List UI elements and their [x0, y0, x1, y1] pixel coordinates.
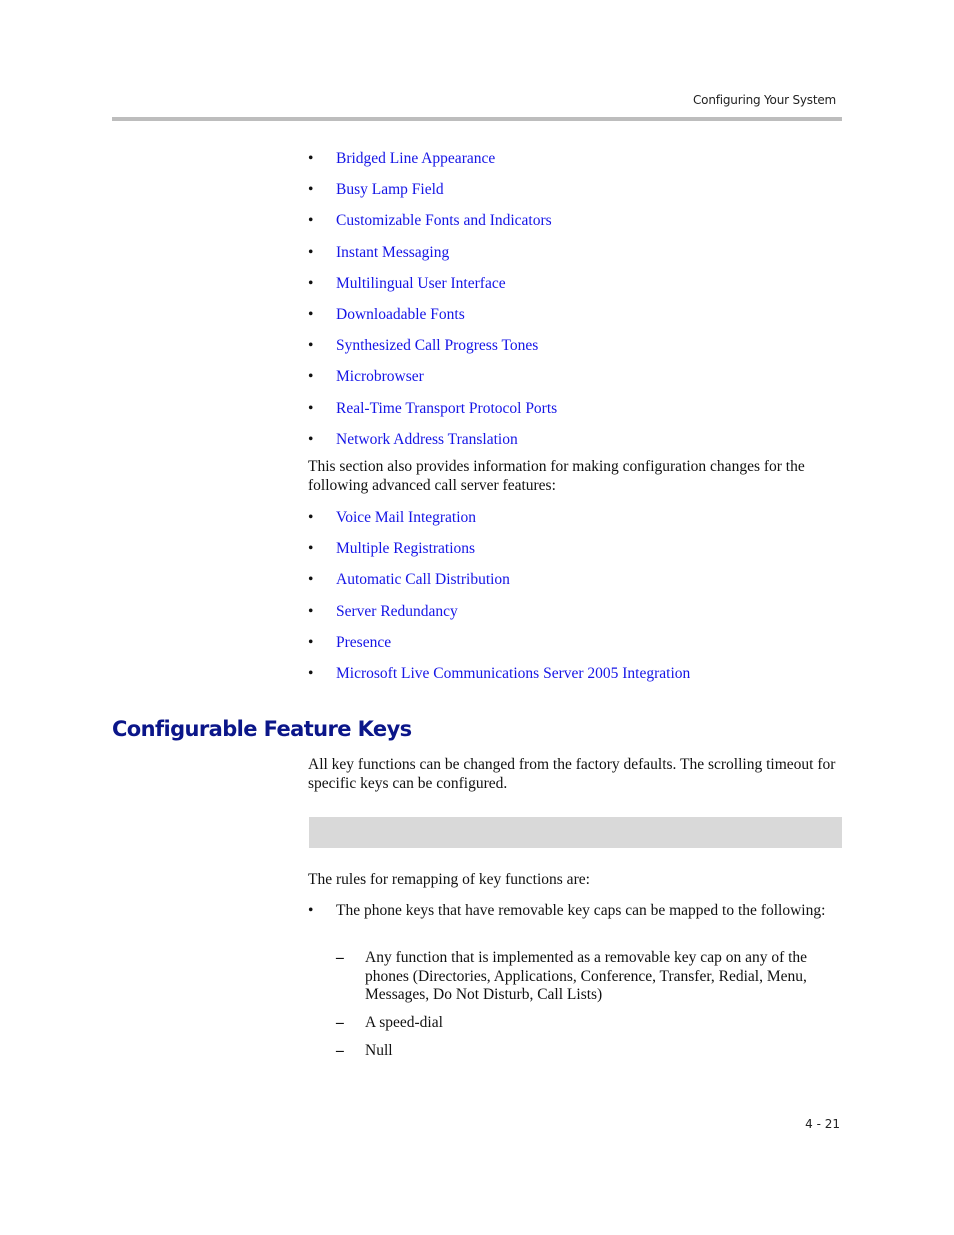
- bullet-icon: •: [308, 399, 314, 417]
- bullet-icon: •: [308, 305, 314, 323]
- link-customizable-fonts[interactable]: Customizable Fonts and Indicators: [336, 211, 552, 231]
- dash-icon: –: [336, 1042, 344, 1059]
- link-server-redundancy[interactable]: Server Redundancy: [336, 602, 458, 622]
- link-lcs-2005-integration[interactable]: Microsoft Live Communications Server 200…: [336, 664, 690, 684]
- bullet-icon: •: [308, 602, 314, 620]
- dash-icon: –: [336, 949, 344, 966]
- link-synthesized-tones[interactable]: Synthesized Call Progress Tones: [336, 336, 538, 356]
- section-paragraph: All key functions can be changed from th…: [308, 756, 836, 792]
- intro-paragraph: This section also provides information f…: [308, 458, 805, 494]
- link-automatic-call-distribution[interactable]: Automatic Call Distribution: [336, 570, 510, 590]
- bullet-icon: •: [308, 243, 314, 261]
- link-rtp-ports[interactable]: Real-Time Transport Protocol Ports: [336, 399, 557, 419]
- bullet-icon: •: [308, 337, 314, 355]
- bullet-icon: •: [308, 181, 314, 199]
- sub-item-text: A speed-dial: [365, 1014, 443, 1031]
- link-busy-lamp-field[interactable]: Busy Lamp Field: [336, 180, 444, 200]
- link-downloadable-fonts[interactable]: Downloadable Fonts: [336, 305, 465, 325]
- bullet-icon: •: [308, 430, 314, 448]
- link-voice-mail-integration[interactable]: Voice Mail Integration: [336, 508, 476, 528]
- sub-item-text: Null: [365, 1042, 393, 1059]
- bullet-icon: •: [308, 633, 314, 651]
- bullet-icon: •: [308, 509, 314, 526]
- bullet-icon: •: [308, 664, 314, 682]
- link-multilingual-ui[interactable]: Multilingual User Interface: [336, 274, 506, 294]
- bullet-icon: •: [308, 368, 314, 386]
- rule-text: The phone keys that have removable key c…: [336, 902, 826, 919]
- dash-icon: –: [336, 1014, 344, 1031]
- bullet-icon: •: [308, 212, 314, 230]
- bullet-icon: •: [308, 274, 314, 292]
- sub-item-text: Any function that is implemented as a re…: [365, 949, 808, 1003]
- header-title: Configuring Your System: [693, 93, 836, 107]
- bullet-icon: •: [308, 540, 314, 558]
- header-rule: [112, 117, 842, 121]
- bullet-icon: •: [308, 150, 314, 167]
- page-number: 4 - 21: [805, 1117, 840, 1131]
- section-heading: Configurable Feature Keys: [112, 717, 412, 741]
- link-microbrowser[interactable]: Microbrowser: [336, 367, 424, 387]
- link-multiple-registrations[interactable]: Multiple Registrations: [336, 539, 475, 559]
- bullet-icon: •: [308, 902, 314, 919]
- link-instant-messaging[interactable]: Instant Messaging: [336, 243, 449, 263]
- rules-intro: The rules for remapping of key functions…: [308, 871, 590, 888]
- note-bar: [309, 817, 842, 848]
- link-nat[interactable]: Network Address Translation: [336, 430, 518, 450]
- bullet-icon: •: [308, 571, 314, 589]
- link-bridged-line-appearance[interactable]: Bridged Line Appearance: [336, 149, 495, 169]
- link-presence[interactable]: Presence: [336, 633, 391, 653]
